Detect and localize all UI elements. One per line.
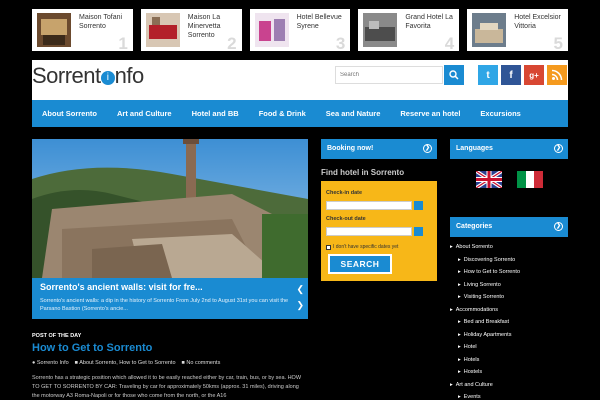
post-excerpt: Sorrento has a strategic position which … (32, 375, 302, 399)
post-categories[interactable]: ■ About Sorrento, How to Get to Sorrento (75, 360, 176, 366)
no-dates-checkbox[interactable]: I don't have specific dates yet (326, 244, 398, 250)
hotel-thumbnail (472, 13, 507, 47)
hotel-card-2[interactable]: Maison La Minervetta Sorrento 2 (140, 9, 242, 51)
hotel-card-1[interactable]: Maison Tofani Sorrento 1 (32, 9, 133, 51)
category-list: About Sorrento Discovering Sorrento How … (450, 241, 568, 400)
featured-hotels-strip: Maison Tofani Sorrento 1 Maison La Miner… (32, 9, 568, 51)
category-item[interactable]: Hotels (450, 354, 568, 367)
hotel-thumbnail (363, 13, 398, 47)
post-title[interactable]: How to Get to Sorrento (32, 342, 152, 354)
checkin-label: Check-in date (326, 190, 363, 196)
checkout-label: Check-out date (326, 216, 366, 222)
google-plus-icon[interactable]: g+ (524, 65, 544, 85)
arrow-right-icon: ❯ (423, 144, 432, 153)
category-item[interactable]: Hotel (450, 341, 568, 354)
folder-icon: ■ (74, 360, 78, 366)
slider-excerpt: Sorrento's ancient walls: a dip in the h… (40, 298, 289, 312)
facebook-icon[interactable]: f (501, 65, 521, 85)
hotel-number: 2 (227, 34, 237, 51)
arrow-right-icon: ❯ (554, 222, 563, 231)
italy-flag-icon[interactable] (517, 171, 543, 188)
checkout-date-input[interactable] (326, 227, 412, 236)
booking-form: Check-in date Check-out date I don't hav… (321, 181, 437, 281)
languages-widget-header: Languages ❯ (450, 139, 568, 159)
slider-image (32, 139, 308, 278)
hotel-card-3[interactable]: Hotel Bellevue Syrene 3 (249, 9, 351, 51)
hotel-card-5[interactable]: Hotel Excelsior Vittoria 5 (467, 9, 568, 51)
hotel-number: 5 (553, 34, 563, 51)
uk-flag-icon[interactable] (476, 171, 502, 188)
post-author[interactable]: ● Sorrento Info (32, 360, 69, 366)
rss-icon[interactable] (547, 65, 567, 85)
site-header: Sorrentinfo t f g+ (32, 60, 568, 100)
nav-about-sorrento[interactable]: About Sorrento (32, 109, 107, 118)
hotel-thumbnail (254, 13, 289, 47)
search-button[interactable] (444, 65, 464, 85)
search-hotel-button[interactable]: SEARCH (328, 254, 392, 274)
nav-excursions[interactable]: Excursions (470, 109, 530, 118)
arrow-right-icon: ❯ (554, 144, 563, 153)
hotel-number: 1 (118, 34, 128, 51)
calendar-icon[interactable] (414, 227, 423, 236)
search-icon (449, 70, 459, 80)
main-nav: About Sorrento Art and Culture Hotel and… (32, 100, 568, 127)
category-item[interactable]: Events (450, 391, 568, 400)
categories-widget-header: Categories ❯ (450, 217, 568, 237)
category-item[interactable]: Bed and Breakfast (450, 316, 568, 329)
featured-slider[interactable]: Sorrento's ancient walls: visit for fre.… (32, 139, 308, 319)
category-item[interactable]: Visiting Sorrento (450, 291, 568, 304)
post-kicker: POST OF THE DAY (32, 333, 82, 339)
nav-food-drink[interactable]: Food & Drink (249, 109, 316, 118)
comment-icon: ■ (181, 360, 185, 366)
find-hotel-title: Find hotel in Sorrento (321, 168, 405, 177)
chevron-left-icon[interactable]: ❮ (296, 284, 304, 295)
category-item[interactable]: Accommodations (450, 304, 568, 317)
nav-art-culture[interactable]: Art and Culture (107, 109, 182, 118)
site-logo[interactable]: Sorrent i nfo (32, 63, 144, 89)
hotel-name: Hotel Excelsior Vittoria (514, 14, 561, 30)
category-item[interactable]: Living Sorrento (450, 279, 568, 292)
category-item[interactable]: Holiday Apartments (450, 329, 568, 342)
hotel-name: Grand Hotel La Favorita (405, 14, 453, 30)
slider-caption: Sorrento's ancient walls: visit for fre.… (32, 278, 308, 319)
category-item[interactable]: Art and Culture (450, 379, 568, 392)
booking-widget-header: Booking now! ❯ (321, 139, 437, 159)
hotel-number: 3 (335, 34, 346, 51)
post-comments[interactable]: ■ No comments (182, 360, 221, 366)
calendar-icon[interactable] (414, 201, 423, 210)
hotel-name: Maison Tofani Sorrento (79, 14, 123, 30)
nav-sea-nature[interactable]: Sea and Nature (316, 109, 391, 118)
nav-hotel-bb[interactable]: Hotel and BB (182, 109, 249, 118)
checkin-date-input[interactable] (326, 201, 412, 210)
category-item[interactable]: Hostels (450, 366, 568, 379)
chevron-right-icon[interactable]: ❯ (296, 300, 304, 311)
category-item[interactable]: How to Get to Sorrento (450, 266, 568, 279)
hotel-thumbnail (145, 13, 180, 47)
twitter-icon[interactable]: t (478, 65, 498, 85)
hotel-number: 4 (444, 34, 455, 51)
post-meta: ● Sorrento Info ■ About Sorrento, How to… (32, 360, 220, 366)
hotel-card-4[interactable]: Grand Hotel La Favorita 4 (358, 9, 460, 51)
user-icon: ● (32, 360, 36, 366)
hotel-thumbnail (37, 13, 71, 47)
slider-title[interactable]: Sorrento's ancient walls: visit for fre.… (40, 282, 300, 292)
nav-reserve-hotel[interactable]: Reserve an hotel (390, 109, 470, 118)
category-item[interactable]: Discovering Sorrento (450, 254, 568, 267)
category-item[interactable]: About Sorrento (450, 241, 568, 254)
search-input[interactable] (335, 66, 443, 84)
hotel-name: Hotel Bellevue Syrene (296, 14, 342, 30)
